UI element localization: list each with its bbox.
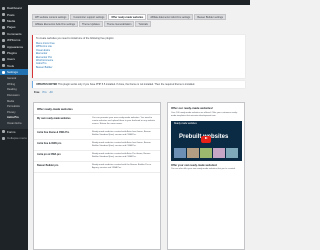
sidebar-item-label: Appearance: [7, 44, 24, 49]
form-icon: [2, 38, 5, 42]
row-name: Astra pro & OWA pro: [37, 153, 61, 156]
sidebar-item-label: Media: [7, 18, 16, 23]
settings-submenu: General Writing Reading Discussion Media…: [0, 75, 28, 129]
tab-offer-ready-made-websites[interactable]: Offer ready-made websites: [108, 14, 147, 21]
update-notice: UPDATES NOTED This plugin works only if …: [32, 81, 245, 88]
tab-theme-generalization[interactable]: Theme Generalization: [103, 21, 135, 28]
collapse-menu-button[interactable]: Collapse menu: [0, 135, 28, 141]
video-title: Ready-made websites: [174, 122, 197, 125]
table-row[interactable]: My own ready-made websites You can promo…: [34, 115, 160, 129]
sidebar-item-label: Forms: [7, 129, 16, 134]
promo-subheading: Offer your own ready-made websites!: [171, 163, 218, 167]
tab-wp-website-content[interactable]: WP website content settings: [32, 14, 70, 21]
row-description: Ready-made websites created with Astra f…: [92, 131, 151, 136]
sidebar-item-label: Tools: [7, 63, 15, 68]
sidebar-item-label: Comments: [7, 31, 22, 36]
sidebar-item-label: Dashboard: [7, 6, 22, 11]
sidebar-item-label: Users: [7, 57, 15, 62]
table-row[interactable]: Astra free theme & OWA Pro Ready-made we…: [34, 129, 160, 140]
row-name: Beaver Builder pro: [37, 164, 59, 167]
plugin-link[interactable]: Beaver Builder: [36, 66, 242, 69]
play-icon[interactable]: [201, 135, 211, 143]
filter-all[interactable]: All: [50, 91, 53, 94]
collapse-icon: [2, 136, 5, 140]
row-description: Ready-made websites created with the Bea…: [92, 164, 152, 169]
row-name: Astra free & OWA pro: [37, 142, 62, 145]
table-row[interactable]: Astra free & OWA pro Ready-made websites…: [34, 140, 160, 151]
sidebar-item-label: Plugins: [7, 50, 17, 55]
thumbnail-image: [187, 147, 199, 158]
row-description: You can promote your own ready-made webs…: [92, 117, 155, 125]
tab-theme-updates[interactable]: Theme Updates: [78, 21, 103, 28]
user-icon: [2, 57, 5, 61]
admin-sidebar: Dashboard Posts Media Pages Comments WPF…: [0, 5, 28, 250]
tab-beaver-builder[interactable]: Beaver Builder settings: [194, 14, 227, 21]
filter-pro[interactable]: Pro: [42, 91, 46, 94]
tab-affiliate-elementor-2[interactable]: Affiliate Elementor Add-Ons settings: [32, 21, 78, 28]
sidebar-item-label: Posts: [7, 12, 15, 17]
ready-made-options-table: Offer ready-made websites My own ready-m…: [33, 102, 161, 250]
promo-heading: Offer our ready-made websites!: [171, 106, 213, 110]
table-row[interactable]: Beaver Builder pro Ready-made websites c…: [34, 162, 160, 173]
sidebar-item-label: Settings: [7, 70, 18, 75]
tab-customizer-support[interactable]: Customizer support settings: [70, 14, 108, 21]
promo-subtext: You can also offer your own ready-made w…: [171, 167, 236, 170]
settings-icon: [2, 70, 5, 74]
notice-text: This plugin works only if you have PHP 5…: [57, 83, 195, 86]
row-description: Ready-made websites created with Astra P…: [92, 153, 151, 158]
required-plugins-notice: To create websites you need to install o…: [32, 35, 245, 78]
thumbnail-image: [213, 147, 225, 158]
thumbnail-image: [174, 147, 186, 158]
sidebar-item-label: Pages: [7, 25, 16, 30]
main-content: WP website content settings Customizer s…: [28, 5, 250, 250]
filter-free[interactable]: Free: [34, 91, 39, 94]
promo-card: Offer our ready-made websites! Over 100 …: [167, 102, 245, 250]
tab-affiliate-elementor[interactable]: Affiliate Elementor Add-Ons settings: [147, 14, 194, 21]
tab-tutorials[interactable]: Tutorials: [135, 21, 151, 28]
pin-icon: [2, 13, 5, 17]
thumbnail-image: [226, 147, 238, 158]
wrench-icon: [2, 64, 5, 68]
table-heading: Offer ready-made websites: [34, 103, 160, 115]
thumbnail-image: [200, 147, 212, 158]
brush-icon: [2, 45, 5, 49]
form-icon: [2, 130, 5, 134]
promo-text: Over 100 ready-made websites are offered…: [171, 112, 238, 117]
page-icon: [2, 25, 5, 29]
sidebar-item-label: WPForms: [7, 38, 21, 43]
settings-tabs: WP website content settings Customizer s…: [32, 14, 245, 28]
notice-label: UPDATES NOTED: [36, 83, 58, 86]
comment-icon: [2, 32, 5, 36]
row-description: Ready-made websites created with Astra f…: [92, 142, 151, 147]
sidebar-item-label: Collapse menu: [7, 136, 28, 141]
plugin-icon: [2, 51, 5, 55]
row-name: Astra free theme & OWA Pro: [37, 131, 70, 134]
row-name: My own ready-made websites: [37, 117, 71, 120]
notice-text: To create websites you need to install o…: [36, 37, 115, 40]
dashboard-icon: [2, 6, 5, 10]
video-player[interactable]: Ready-made websites Prebuilt websites: [171, 120, 242, 161]
submenu-item-ocean-extra[interactable]: Ocean Extra: [0, 121, 28, 127]
required-plugins-list: Menu Icons Free WPForms Lite Ocean Extra…: [36, 42, 242, 69]
media-icon: [2, 19, 5, 23]
table-row[interactable]: Astra pro & OWA pro Ready-made websites …: [34, 151, 160, 162]
video-thumbnails: [174, 147, 238, 158]
section-filter: Free Pro All: [34, 91, 52, 94]
